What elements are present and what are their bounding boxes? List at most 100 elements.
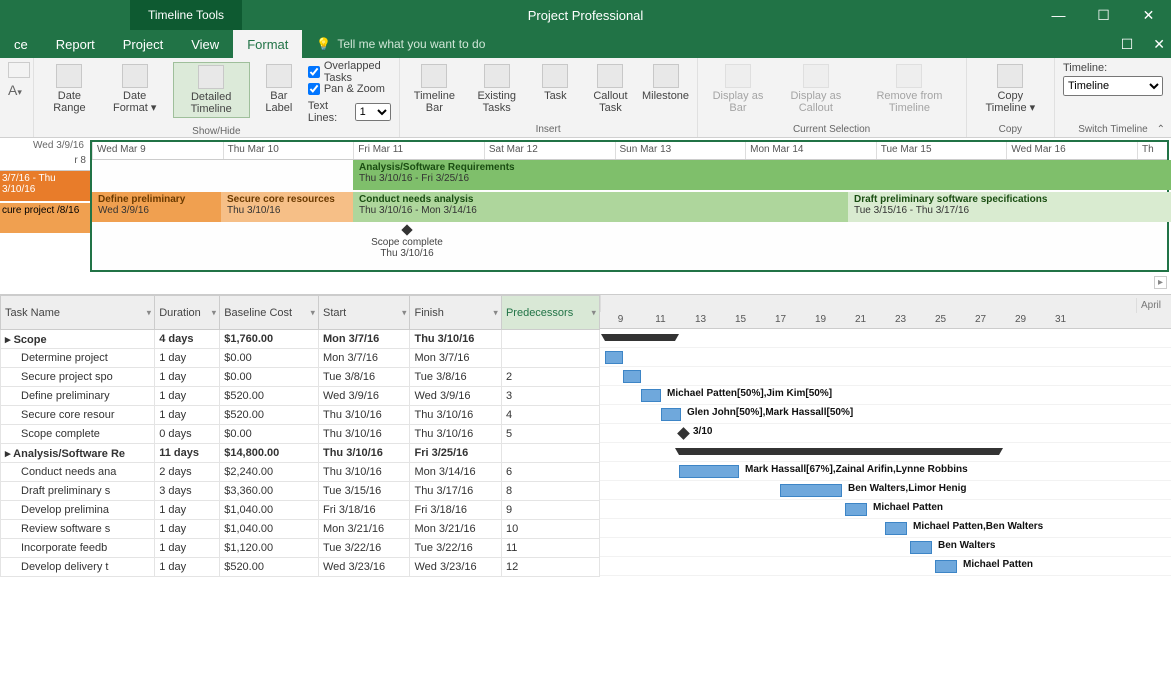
column-header[interactable]: Start▾ (318, 296, 409, 330)
insert-group-label: Insert (408, 122, 689, 135)
gantt-bar-label: Michael Patten (963, 559, 1033, 570)
milestone-button[interactable]: Milestone (643, 62, 689, 104)
gantt-summary-bar[interactable] (679, 448, 999, 455)
gantt-day-label: 9 (600, 312, 640, 329)
gantt-bar-label: Glen John[50%],Mark Hassall[50%] (687, 407, 853, 418)
gantt-task-bar[interactable] (661, 408, 681, 421)
close-button[interactable]: ✕ (1126, 0, 1171, 30)
callout-task-button[interactable]: Callout Task (584, 62, 636, 116)
split-view: Task Name▾Duration▾Baseline Cost▾Start▾F… (0, 294, 1171, 594)
switch-timeline-select[interactable]: Timeline (1063, 76, 1163, 96)
timeline-bar[interactable]: Analysis/Software RequirementsThu 3/10/1… (353, 160, 1171, 190)
table-row[interactable]: Define preliminary1 day$520.00Wed 3/9/16… (1, 387, 600, 406)
tell-me-search[interactable]: 💡 Tell me what you want to do (302, 30, 499, 58)
doc-restore-button[interactable]: ☐ (1121, 36, 1134, 53)
gantt-task-bar[interactable] (623, 370, 641, 383)
existing-tasks-button[interactable]: Existing Tasks (467, 62, 526, 116)
table-row[interactable]: Determine project1 day$0.00Mon 3/7/16Mon… (1, 349, 600, 368)
gantt-task-bar[interactable] (780, 484, 842, 497)
app-title: Project Professional (528, 8, 644, 23)
gantt-row: Michael Patten,Ben Walters (600, 519, 1171, 538)
gantt-day-label: 23 (880, 312, 920, 329)
gantt-timescale: April 91113151719212325272931 (600, 295, 1171, 329)
switch-timeline-group: Timeline: Timeline Switch Timeline (1055, 58, 1171, 137)
ribbon-collapse-button[interactable]: ⌃ (1157, 124, 1165, 135)
text-lines-label: Text Lines: (308, 100, 351, 124)
copy-group-label: Copy (975, 122, 1046, 135)
table-row[interactable]: Conduct needs ana2 days$2,240.00Thu 3/10… (1, 463, 600, 482)
switch-timeline-caption: Timeline: (1063, 62, 1163, 74)
bar-label-button[interactable]: Bar Label (256, 62, 302, 116)
copy-timeline-button[interactable]: Copy Timeline ▾ (975, 62, 1046, 116)
gantt-row: 3/10 (600, 424, 1171, 443)
tab-report[interactable]: Report (42, 30, 109, 58)
window-controls: — ☐ ✕ (1036, 0, 1171, 30)
remove-from-timeline-button[interactable]: Remove from Timeline (861, 62, 957, 116)
gantt-milestone[interactable] (677, 427, 690, 440)
tab-format[interactable]: Format (233, 30, 302, 58)
switch-timeline-group-label: Switch Timeline (1063, 122, 1163, 135)
display-as-bar-button[interactable]: Display as Bar (706, 62, 771, 116)
gantt-task-bar[interactable] (845, 503, 867, 516)
gantt-row: Michael Patten (600, 557, 1171, 576)
font-selector[interactable] (8, 62, 30, 78)
timeline-bar[interactable]: Conduct needs analysisThu 3/10/16 - Mon … (353, 192, 848, 222)
font-color-button[interactable]: A▾ (8, 82, 22, 98)
gantt-day-label: 25 (920, 312, 960, 329)
overlapped-tasks-checkbox[interactable]: Overlapped Tasks (308, 64, 391, 80)
table-row[interactable]: Develop prelimina1 day$1,040.00Fri 3/18/… (1, 501, 600, 520)
gantt-day-label: 13 (680, 312, 720, 329)
timeline-bar[interactable]: Define preliminaryWed 3/9/16 (92, 192, 221, 222)
insert-task-button[interactable]: Task (532, 62, 578, 104)
current-selection-group: Display as Bar Display as Callout Remove… (698, 58, 967, 137)
gantt-task-bar[interactable] (935, 560, 957, 573)
tab-view[interactable]: View (177, 30, 233, 58)
task-grid[interactable]: Task Name▾Duration▾Baseline Cost▾Start▾F… (0, 295, 600, 594)
timeline-bar-button[interactable]: Timeline Bar (408, 62, 461, 116)
gantt-day-label: 15 (720, 312, 760, 329)
column-header[interactable]: Finish▾ (410, 296, 501, 330)
minimize-button[interactable]: — (1036, 0, 1081, 30)
timeline-left-stub: Wed 3/9/16 r 8 3/7/16 - Thu 3/10/16 cure… (0, 138, 90, 272)
table-row[interactable]: Review software s1 day$1,040.00Mon 3/21/… (1, 520, 600, 539)
gantt-bar-label: Mark Hassall[67%],Zainal Arifin,Lynne Ro… (745, 464, 968, 475)
detailed-timeline-button[interactable]: Detailed Timeline (173, 62, 250, 118)
current-selection-group-label: Current Selection (706, 122, 958, 135)
gantt-task-bar[interactable] (605, 351, 623, 364)
timeline-milestone[interactable]: Scope completeThu 3/10/16 (347, 226, 467, 259)
gantt-task-bar[interactable] (679, 465, 739, 478)
maximize-button[interactable]: ☐ (1081, 0, 1126, 30)
date-range-button[interactable]: Date Range (42, 62, 97, 116)
timeline-scroll-right[interactable]: ▸ (1154, 276, 1167, 289)
date-format-button[interactable]: Date Format ▾ (103, 62, 167, 116)
tab-resource[interactable]: ce (0, 30, 42, 58)
gantt-task-bar[interactable] (641, 389, 661, 402)
gantt-chart[interactable]: April 91113151719212325272931 Michael Pa… (600, 295, 1171, 594)
table-row[interactable]: Develop delivery t1 day$520.00Wed 3/23/1… (1, 558, 600, 577)
table-row[interactable]: Incorporate feedb1 day$1,120.00Tue 3/22/… (1, 539, 600, 558)
display-as-callout-button[interactable]: Display as Callout (776, 62, 855, 116)
table-row[interactable]: ▸ Scope4 days$1,760.00Mon 3/7/16Thu 3/10… (1, 330, 600, 349)
gantt-bar-label: Michael Patten[50%],Jim Kim[50%] (667, 388, 832, 399)
column-header[interactable]: Predecessors▾ (501, 296, 599, 330)
tab-project[interactable]: Project (109, 30, 177, 58)
doc-close-button[interactable]: ✕ (1153, 36, 1165, 53)
table-row[interactable]: ▸ Analysis/Software Re11 days$14,800.00T… (1, 444, 600, 463)
pan-zoom-checkbox[interactable]: Pan & Zoom (308, 81, 391, 97)
table-row[interactable]: Draft preliminary s3 days$3,360.00Tue 3/… (1, 482, 600, 501)
gantt-task-bar[interactable] (885, 522, 907, 535)
gantt-day-label: 17 (760, 312, 800, 329)
timeline-view[interactable]: Wed Mar 9Thu Mar 10Fri Mar 11 Sat Mar 12… (90, 140, 1169, 272)
gantt-task-bar[interactable] (910, 541, 932, 554)
gantt-summary-bar[interactable] (605, 334, 675, 341)
text-lines-select[interactable]: 1 (355, 103, 391, 121)
column-header[interactable]: Duration▾ (155, 296, 220, 330)
table-row[interactable]: Secure core resour1 day$520.00Thu 3/10/1… (1, 406, 600, 425)
timeline-bar[interactable]: Draft preliminary software specification… (848, 192, 1171, 222)
table-row[interactable]: Secure project spo1 day$0.00Tue 3/8/16Tu… (1, 368, 600, 387)
column-header[interactable]: Baseline Cost▾ (220, 296, 319, 330)
table-row[interactable]: Scope complete0 days$0.00Thu 3/10/16Thu … (1, 425, 600, 444)
column-header[interactable]: Task Name▾ (1, 296, 155, 330)
timeline-bar[interactable]: Secure core resourcesThu 3/10/16 (221, 192, 353, 222)
gantt-row (600, 443, 1171, 462)
